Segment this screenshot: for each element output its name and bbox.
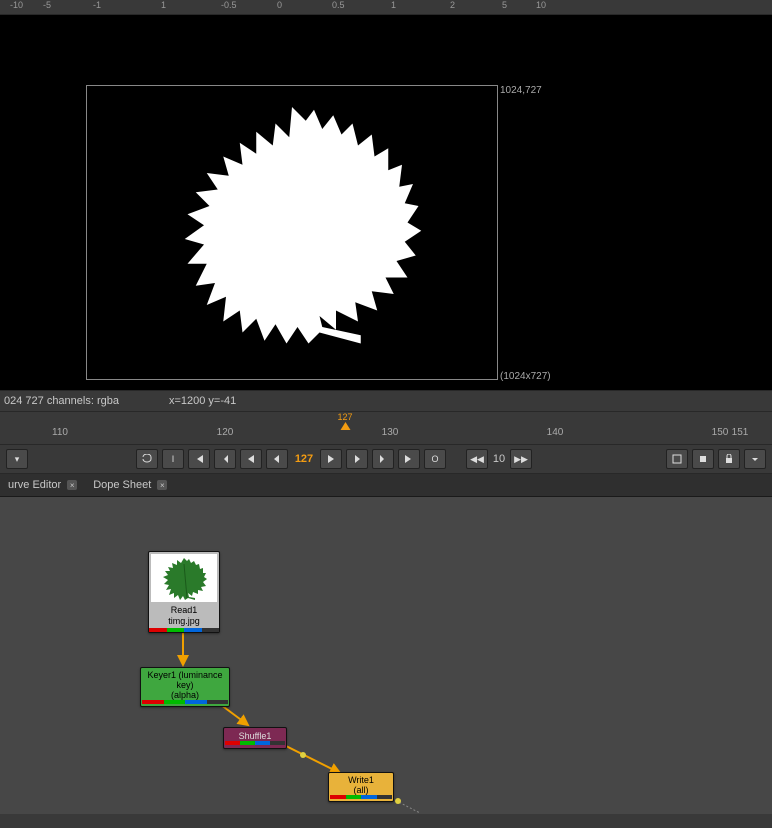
node-graph[interactable]: Read1 timg.jpg Keyer1 (luminance key) (a… <box>0 497 772 814</box>
close-icon[interactable]: × <box>157 480 167 490</box>
format-dim-label: (1024x727) <box>500 371 551 382</box>
bbox-info: 024 727 channels: rgba <box>4 395 119 407</box>
playhead-marker-icon <box>340 422 350 430</box>
ruler-tick: 0.5 <box>332 0 345 10</box>
fullscreen-button[interactable] <box>666 449 688 469</box>
connection-dot-icon <box>395 798 401 804</box>
playhead-frame: 127 <box>337 412 352 422</box>
node-sublabel: (all) <box>330 785 392 795</box>
format-corner-label: 1024,727 <box>500 85 542 96</box>
node-keyer[interactable]: Keyer1 (luminance key) (alpha) <box>140 667 230 707</box>
in-point-button[interactable]: I <box>162 449 184 469</box>
panel-tabs: urve Editor × Dope Sheet × <box>0 474 772 497</box>
play-button[interactable] <box>320 449 342 469</box>
current-frame[interactable]: 127 <box>292 453 316 465</box>
go-to-end-button[interactable] <box>398 449 420 469</box>
go-to-start-button[interactable] <box>188 449 210 469</box>
channel-strip-icon <box>149 628 219 632</box>
ruler-tick: 0 <box>277 0 282 10</box>
node-read-thumbnail <box>151 554 217 602</box>
out-point-button[interactable]: O <box>424 449 446 469</box>
step-forward-button[interactable] <box>346 449 368 469</box>
connection-line <box>0 497 772 814</box>
stop-button[interactable] <box>692 449 714 469</box>
channel-strip-icon <box>142 700 228 704</box>
tab-label: Dope Sheet <box>93 479 151 491</box>
timeline-tick: 110 <box>52 427 68 438</box>
node-shuffle[interactable]: Shuffle1 <box>223 727 287 749</box>
range-dropdown-button[interactable]: ▾ <box>6 449 28 469</box>
channel-strip-icon <box>330 795 392 799</box>
node-sublabel: (alpha) <box>142 690 228 700</box>
ruler-tick: 1 <box>391 0 396 10</box>
ruler-tick: 1 <box>161 0 166 10</box>
close-icon[interactable]: × <box>67 480 77 490</box>
top-ruler: -10 -5 -1 1 -0.5 0 0.5 1 2 5 10 <box>0 0 772 15</box>
loop-button[interactable] <box>136 449 158 469</box>
ruler-tick: -1 <box>93 0 101 10</box>
step-back-button[interactable] <box>266 449 288 469</box>
ruler-tick: -10 <box>10 0 23 10</box>
prev-key-button[interactable] <box>214 449 236 469</box>
timeline-tick: 120 <box>217 427 234 438</box>
ruler-tick: -5 <box>43 0 51 10</box>
image-format-frame <box>86 85 498 380</box>
download-button[interactable] <box>744 449 766 469</box>
node-write[interactable]: Write1 (all) <box>328 772 394 802</box>
node-label: Shuffle1 <box>225 731 285 741</box>
timeline-tick: 140 <box>547 427 564 438</box>
next-key-button[interactable] <box>372 449 394 469</box>
inc-increment-button[interactable]: ▶▶ <box>510 449 532 469</box>
timeline-tick: 150 <box>712 427 729 438</box>
node-read[interactable]: Read1 timg.jpg <box>148 551 220 633</box>
increment-value[interactable]: 10 <box>492 453 506 465</box>
channel-strip-icon <box>225 741 285 745</box>
dec-increment-button[interactable]: ◀◀ <box>466 449 488 469</box>
tab-label: urve Editor <box>8 479 61 491</box>
leaf-alpha-icon <box>137 96 447 371</box>
viewer-infobar: 024 727 channels: rgba x=1200 y=-41 <box>0 390 772 412</box>
timeline-tick: 130 <box>382 427 399 438</box>
connection-dot-icon <box>300 752 306 758</box>
node-label: Read1 timg.jpg <box>149 604 219 628</box>
transport-bar: ▾ I 127 O ◀◀ 10 ▶▶ <box>0 445 772 474</box>
lock-button[interactable] <box>718 449 740 469</box>
ruler-tick: -0.5 <box>221 0 237 10</box>
viewer[interactable]: 1024,727 (1024x727) <box>0 15 772 390</box>
ruler-tick: 2 <box>450 0 455 10</box>
tab-dope-sheet[interactable]: Dope Sheet × <box>85 476 175 494</box>
timeline[interactable]: 127 110 120 130 140 150 151 <box>0 412 772 445</box>
ruler-tick: 5 <box>502 0 507 10</box>
tab-curve-editor[interactable]: urve Editor × <box>0 476 85 494</box>
node-label: Write1 <box>330 775 392 785</box>
node-label: Keyer1 (luminance key) <box>142 670 228 690</box>
timeline-tick: 151 <box>732 427 749 438</box>
ruler-tick: 10 <box>536 0 546 10</box>
cursor-pos: x=1200 y=-41 <box>169 395 236 407</box>
play-reverse-button[interactable] <box>240 449 262 469</box>
playhead[interactable]: 127 <box>337 412 352 430</box>
